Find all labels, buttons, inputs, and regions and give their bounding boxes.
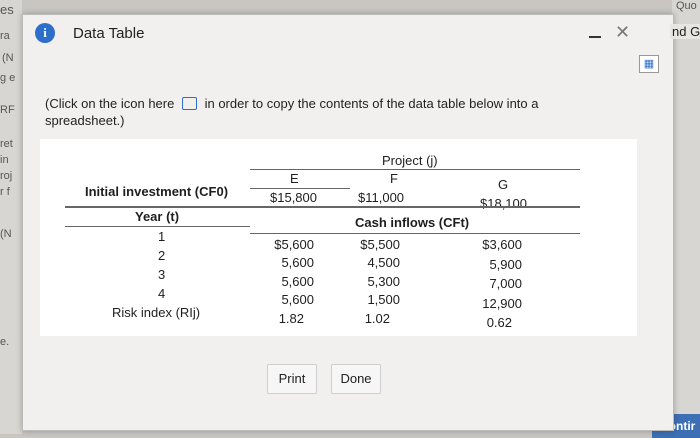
column-header-f: F: [390, 171, 398, 186]
dialog-title: Data Table: [73, 25, 145, 42]
initial-investment-g: $18,100: [480, 196, 527, 211]
cash-inflow-f: 4,500: [367, 255, 400, 270]
cash-inflow-g: 12,900: [482, 296, 522, 311]
close-icon: ✕: [615, 22, 631, 42]
instruction-text-start: (Click on the icon here: [45, 96, 175, 111]
background-page-left: [0, 0, 22, 434]
minimize-icon: [589, 36, 601, 38]
risk-index-label: Risk index (RIj): [112, 305, 201, 320]
risk-index-f: 1.02: [364, 311, 390, 326]
bg-fragment: ret: [0, 138, 13, 150]
info-icon: i: [35, 23, 55, 43]
column-header-g: G: [498, 177, 509, 192]
cash-inflow-e: 5,600: [281, 255, 314, 270]
copy-to-spreadsheet-icon[interactable]: [181, 97, 197, 111]
bg-fragment: r f: [0, 186, 10, 198]
bg-fragment: in: [0, 154, 9, 166]
cash-inflow-e: $5,600: [274, 237, 314, 252]
table-grid-icon[interactable]: ▦: [639, 55, 659, 73]
divider: [250, 233, 580, 234]
bg-fragment: g e: [0, 72, 16, 84]
bg-fragment: ra: [0, 30, 10, 42]
cash-inflow-g: 5,900: [489, 257, 522, 272]
risk-index-g: 0.62: [486, 315, 512, 330]
column-header-e: E: [290, 171, 299, 186]
bg-fragment: RF: [0, 104, 15, 116]
close-button[interactable]: ✕: [615, 22, 631, 42]
dialog-header: i Data Table ✕: [23, 15, 673, 55]
initial-investment-e: $15,800: [270, 190, 317, 205]
bg-fragment: e.: [0, 336, 10, 348]
cash-inflow-e: 5,600: [281, 292, 314, 307]
divider: [250, 188, 350, 189]
initial-investment-label: Initial investment (CF0): [85, 184, 229, 199]
year-cell: 4: [158, 286, 166, 301]
done-button[interactable]: Done: [331, 364, 381, 394]
year-cell: 3: [158, 267, 166, 282]
data-table: Project (j) E F G Initial investment (CF…: [40, 139, 637, 336]
bg-fragment: (N: [0, 228, 12, 240]
copy-instruction: (Click on the icon here in order to copy…: [45, 95, 565, 129]
data-table-dialog: i Data Table ✕ ▦ (Click on the icon here…: [22, 14, 674, 431]
bg-fragment: (N: [2, 52, 14, 64]
background-page-right: [672, 0, 700, 434]
bg-fragment: es: [0, 2, 14, 17]
cash-inflows-label: Cash inflows (CFt): [355, 215, 470, 230]
divider: [65, 206, 580, 208]
year-cell: 1: [158, 229, 166, 244]
cash-inflow-g: $3,600: [482, 237, 522, 252]
year-cell: 2: [158, 248, 166, 263]
bg-fragment: nd G. The: [670, 24, 700, 39]
bg-fragment: roj: [0, 170, 13, 182]
initial-investment-f: $11,000: [358, 190, 405, 205]
divider: [250, 169, 580, 170]
risk-index-e: 1.82: [278, 311, 304, 326]
cash-inflow-f: 1,500: [367, 292, 400, 307]
cash-inflow-f: 5,300: [367, 274, 400, 289]
cash-inflow-e: 5,600: [281, 274, 314, 289]
minimize-button[interactable]: [589, 28, 601, 40]
cash-inflow-f: $5,500: [360, 237, 400, 252]
bg-fragment: Quo: [676, 0, 697, 12]
cash-inflow-g: 7,000: [489, 276, 522, 291]
year-label: Year (t): [135, 209, 180, 224]
divider: [65, 226, 250, 227]
print-button[interactable]: Print: [267, 364, 317, 394]
project-header: Project (j): [382, 153, 438, 168]
